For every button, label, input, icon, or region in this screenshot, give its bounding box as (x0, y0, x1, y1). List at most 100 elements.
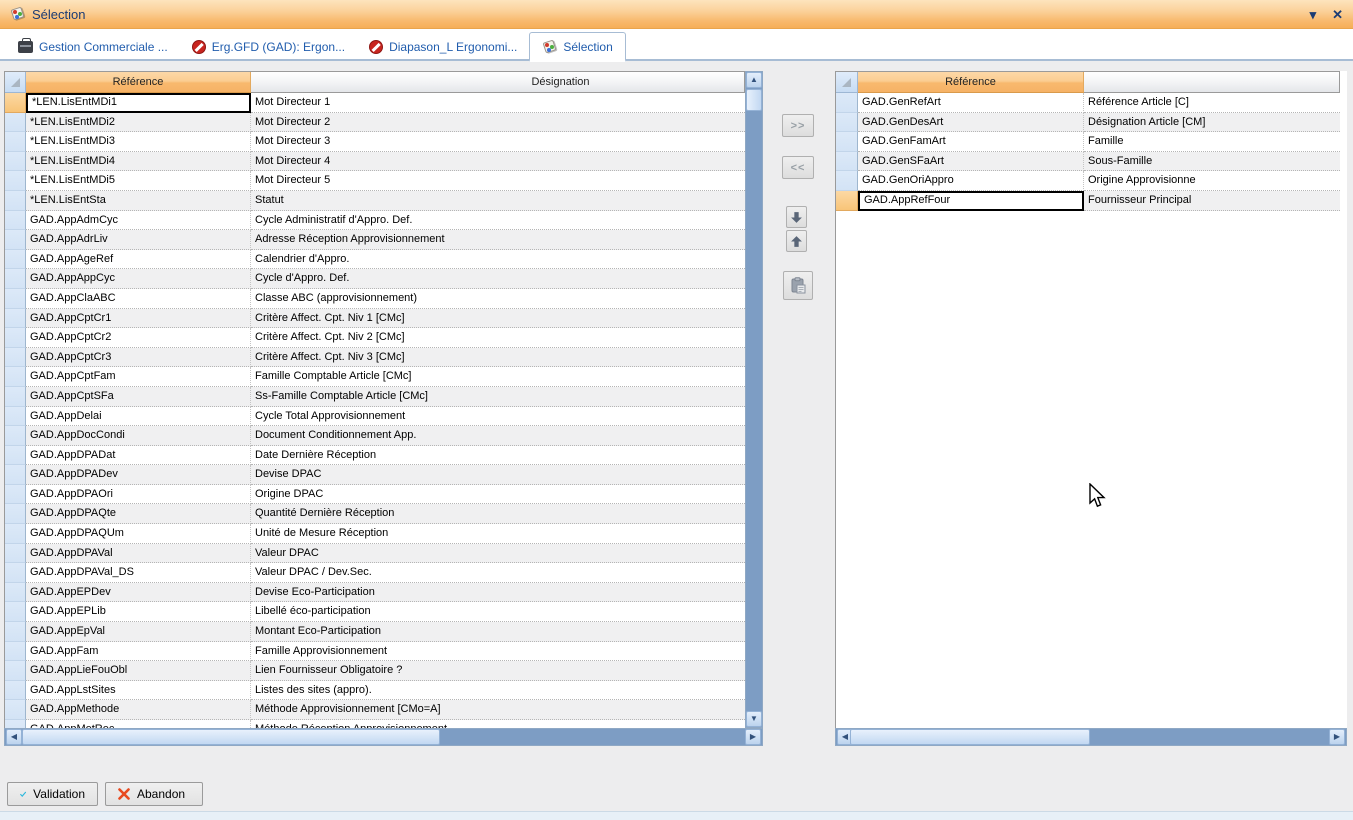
cell-reference[interactable]: *LEN.LisEntMDi2 (26, 113, 251, 133)
row-selector[interactable] (5, 367, 26, 387)
cell-reference[interactable]: GAD.AppLieFouObl (26, 661, 251, 681)
table-row[interactable]: GAD.AppFamFamille Approvisionnement (5, 642, 745, 662)
row-selector[interactable] (5, 504, 26, 524)
row-selector[interactable] (836, 93, 858, 113)
paste-button[interactable] (783, 271, 813, 300)
cell-reference[interactable]: GAD.AppAppCyc (26, 269, 251, 289)
cell-designation[interactable]: Fournisseur Principal (1084, 191, 1340, 211)
horizontal-scroll-thumb[interactable] (22, 729, 440, 745)
row-selector[interactable] (5, 485, 26, 505)
table-row[interactable]: GAD.AppCptCr3Critère Affect. Cpt. Niv 3 … (5, 348, 745, 368)
cell-designation[interactable]: Cycle Total Approvisionnement (251, 407, 745, 427)
cell-reference[interactable]: GAD.AppAdmCyc (26, 211, 251, 231)
cell-reference[interactable]: *LEN.LisEntSta (26, 191, 251, 211)
cell-reference[interactable]: GAD.AppAgeRef (26, 250, 251, 270)
cell-reference[interactable]: GAD.AppDPAVal (26, 544, 251, 564)
cell-designation[interactable]: Méthode Approvisionnement [CMo=A] (251, 700, 745, 720)
row-selector[interactable] (5, 211, 26, 231)
table-row[interactable]: GAD.AppLieFouOblLien Fournisseur Obligat… (5, 661, 745, 681)
table-row[interactable]: GAD.AppAdmCycCycle Administratif d'Appro… (5, 211, 745, 231)
row-selector[interactable] (5, 387, 26, 407)
cell-designation[interactable]: Cycle Administratif d'Appro. Def. (251, 211, 745, 231)
close-icon[interactable]: ✕ (1332, 8, 1343, 21)
table-row[interactable]: GAD.AppMethodeMéthode Approvisionnement … (5, 700, 745, 720)
table-row[interactable]: GAD.AppAgeRefCalendrier d'Appro. (5, 250, 745, 270)
table-row[interactable]: GAD.AppLstSitesListes des sites (appro). (5, 681, 745, 701)
cell-reference[interactable]: GAD.AppMetRec (26, 720, 251, 728)
row-selector[interactable] (5, 230, 26, 250)
abandon-button[interactable]: Abandon (105, 782, 203, 806)
table-row[interactable]: GAD.AppCptSFaSs-Famille Comptable Articl… (5, 387, 745, 407)
row-selector[interactable] (5, 622, 26, 642)
row-selector[interactable] (5, 661, 26, 681)
row-selector[interactable] (5, 289, 26, 309)
cell-designation[interactable]: Document Conditionnement App. (251, 426, 745, 446)
cell-reference[interactable]: *LEN.LisEntMDi4 (26, 152, 251, 172)
row-selector[interactable] (836, 191, 858, 211)
row-selector[interactable] (5, 465, 26, 485)
select-all-corner[interactable] (5, 72, 26, 93)
table-row[interactable]: *LEN.LisEntMDi2Mot Directeur 2 (5, 113, 745, 133)
table-row[interactable]: GAD.AppDelaiCycle Total Approvisionnemen… (5, 407, 745, 427)
row-selector[interactable] (836, 132, 858, 152)
cell-reference[interactable]: GAD.AppDocCondi (26, 426, 251, 446)
cell-designation[interactable]: Devise DPAC (251, 465, 745, 485)
row-selector[interactable] (5, 602, 26, 622)
row-selector[interactable] (5, 642, 26, 662)
table-row[interactable]: GAD.AppCptCr1Critère Affect. Cpt. Niv 1 … (5, 309, 745, 329)
window-menu-icon[interactable]: ▾ (1310, 8, 1317, 21)
cell-designation[interactable]: Critère Affect. Cpt. Niv 1 [CMc] (251, 309, 745, 329)
cell-reference[interactable]: GAD.AppMethode (26, 700, 251, 720)
tab-selection-active[interactable]: Sélection (529, 32, 625, 62)
row-selector[interactable] (5, 132, 26, 152)
table-row[interactable]: GAD.GenFamArtFamille (836, 132, 1340, 152)
cell-designation[interactable]: Mot Directeur 4 (251, 152, 745, 172)
table-row[interactable]: *LEN.LisEntMDi3Mot Directeur 3 (5, 132, 745, 152)
cell-designation[interactable]: Statut (251, 191, 745, 211)
cell-designation[interactable]: Devise Eco-Participation (251, 583, 745, 603)
cell-reference[interactable]: GAD.AppCptFam (26, 367, 251, 387)
cell-designation[interactable]: Cycle d'Appro. Def. (251, 269, 745, 289)
table-row[interactable]: GAD.AppDPADevDevise DPAC (5, 465, 745, 485)
cell-designation[interactable]: Référence Article [C] (1084, 93, 1340, 113)
scroll-right-icon[interactable]: ▶ (745, 729, 761, 745)
table-row[interactable]: GAD.AppDPAQteQuantité Dernière Réception (5, 504, 745, 524)
cell-reference[interactable]: GAD.AppDPADev (26, 465, 251, 485)
table-row[interactable]: GAD.AppDPAValValeur DPAC (5, 544, 745, 564)
table-row[interactable]: GAD.GenOriApproOrigine Approvisionne (836, 171, 1340, 191)
cell-designation[interactable]: Libellé éco-participation (251, 602, 745, 622)
row-selector[interactable] (5, 407, 26, 427)
cell-reference[interactable]: GAD.GenOriAppro (858, 171, 1084, 191)
move-up-button[interactable] (786, 230, 807, 252)
cell-designation[interactable]: Unité de Mesure Réception (251, 524, 745, 544)
row-selector[interactable] (5, 563, 26, 583)
cell-designation[interactable]: Mot Directeur 3 (251, 132, 745, 152)
row-selector[interactable] (5, 700, 26, 720)
cell-reference[interactable]: GAD.AppAdrLiv (26, 230, 251, 250)
row-selector[interactable] (5, 269, 26, 289)
cell-reference[interactable]: GAD.GenRefArt (858, 93, 1084, 113)
cell-designation[interactable]: Famille (1084, 132, 1340, 152)
cell-designation[interactable]: Mot Directeur 5 (251, 171, 745, 191)
cell-designation[interactable]: Calendrier d'Appro. (251, 250, 745, 270)
cell-designation[interactable]: Mot Directeur 2 (251, 113, 745, 133)
table-row[interactable]: GAD.AppEPDevDevise Eco-Participation (5, 583, 745, 603)
table-row[interactable]: GAD.AppDPAVal_DSValeur DPAC / Dev.Sec. (5, 563, 745, 583)
cell-designation[interactable]: Ss-Famille Comptable Article [CMc] (251, 387, 745, 407)
table-row[interactable]: *LEN.LisEntStaStatut (5, 191, 745, 211)
cell-reference[interactable]: GAD.AppLstSites (26, 681, 251, 701)
cell-designation[interactable]: Mot Directeur 1 (251, 93, 745, 113)
cell-designation[interactable]: Classe ABC (approvisionnement) (251, 289, 745, 309)
move-down-button[interactable] (786, 206, 807, 228)
cell-reference[interactable]: GAD.AppClaABC (26, 289, 251, 309)
table-row[interactable]: *LEN.LisEntMDi5Mot Directeur 5 (5, 171, 745, 191)
cell-reference[interactable]: GAD.AppDPAQUm (26, 524, 251, 544)
table-row[interactable]: GAD.AppMetRecMéthode Réception Approvisi… (5, 720, 745, 728)
table-row[interactable]: GAD.AppDocCondiDocument Conditionnement … (5, 426, 745, 446)
scroll-up-icon[interactable]: ▲ (746, 72, 762, 88)
scroll-left-icon[interactable]: ◀ (6, 729, 22, 745)
tab-erg-gfd[interactable]: Erg.GFD (GAD): Ergon... (180, 33, 357, 60)
cell-reference[interactable]: GAD.AppCptCr3 (26, 348, 251, 368)
cell-designation[interactable]: Date Dernière Réception (251, 446, 745, 466)
cell-designation[interactable]: Valeur DPAC / Dev.Sec. (251, 563, 745, 583)
